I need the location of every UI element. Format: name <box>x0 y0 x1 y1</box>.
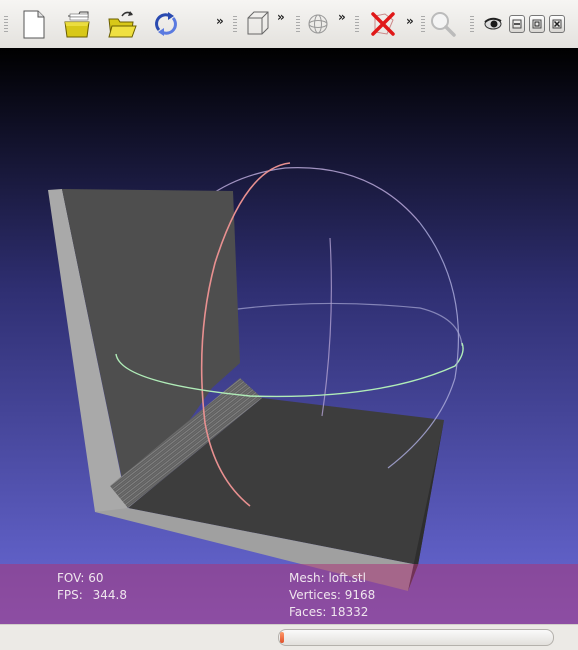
fps-label: FPS: <box>57 588 83 602</box>
reload-arrows-icon <box>155 12 177 36</box>
eye-icon <box>484 17 502 30</box>
main-toolbar: » » » » <box>0 0 578 49</box>
toolbar-grip[interactable] <box>296 16 300 32</box>
toolbar-grip[interactable] <box>470 16 474 32</box>
status-bar <box>0 624 578 650</box>
faces-label: Faces: <box>289 605 327 619</box>
3d-viewport[interactable]: FOV: 60 FPS: 344.8 Mesh: loft.stl Vertic… <box>0 48 578 624</box>
toolbar-overflow-chevron[interactable]: » <box>406 14 414 28</box>
progress-bar <box>278 629 554 646</box>
info-overlay: FOV: 60 FPS: 344.8 Mesh: loft.stl Vertic… <box>0 564 578 624</box>
new-file-icon <box>23 10 45 39</box>
delete-button[interactable] <box>367 8 399 40</box>
minimize-icon <box>512 19 522 29</box>
toolbar-overflow-chevron[interactable]: » <box>338 10 346 24</box>
toolbar-grip[interactable] <box>233 16 237 32</box>
toolbar-grip[interactable] <box>355 16 359 32</box>
fov-value: 60 <box>88 571 104 585</box>
magnifier-icon <box>431 12 456 37</box>
close-icon <box>552 19 562 29</box>
mesh-label: Mesh: <box>289 571 325 585</box>
wire-sphere-button[interactable] <box>302 8 334 40</box>
wire-cube-icon <box>247 11 269 35</box>
vertices-readout: Vertices: 9168 <box>289 588 375 602</box>
mesh-value: loft.stl <box>328 571 366 585</box>
bounding-box-button[interactable] <box>242 8 274 40</box>
folder-stack-icon <box>64 11 90 38</box>
minimize-button[interactable] <box>509 15 525 33</box>
toolbar-grip[interactable] <box>4 16 8 32</box>
mesh-render <box>48 162 464 591</box>
reload-button[interactable] <box>150 8 182 40</box>
vertices-label: Vertices: <box>289 588 341 602</box>
toolbar-overflow-chevron[interactable]: » <box>216 14 224 28</box>
new-file-button[interactable] <box>18 8 50 40</box>
faces-value: 18332 <box>330 605 369 619</box>
fov-readout: FOV: 60 <box>57 571 104 585</box>
fps-readout: FPS: 344.8 <box>57 588 127 602</box>
open-folder-icon <box>108 11 137 38</box>
restore-icon <box>532 19 542 29</box>
fov-label: FOV: <box>57 571 85 585</box>
import-mesh-button[interactable] <box>62 8 94 40</box>
wire-sphere-icon <box>308 14 328 34</box>
toolbar-grip[interactable] <box>421 16 425 32</box>
vertices-value: 9168 <box>344 588 376 602</box>
red-x-icon <box>371 12 395 36</box>
view-button[interactable] <box>480 8 504 40</box>
fps-value: 344.8 <box>92 588 127 602</box>
progress-fill <box>280 632 285 643</box>
restore-button[interactable] <box>529 15 545 33</box>
open-folder-button[interactable] <box>106 8 138 40</box>
mesh-readout: Mesh: loft.stl <box>289 571 366 585</box>
toolbar-overflow-chevron[interactable]: » <box>277 10 285 24</box>
faces-readout: Faces: 18332 <box>289 605 368 619</box>
search-button[interactable] <box>427 8 459 40</box>
close-button[interactable] <box>549 15 565 33</box>
